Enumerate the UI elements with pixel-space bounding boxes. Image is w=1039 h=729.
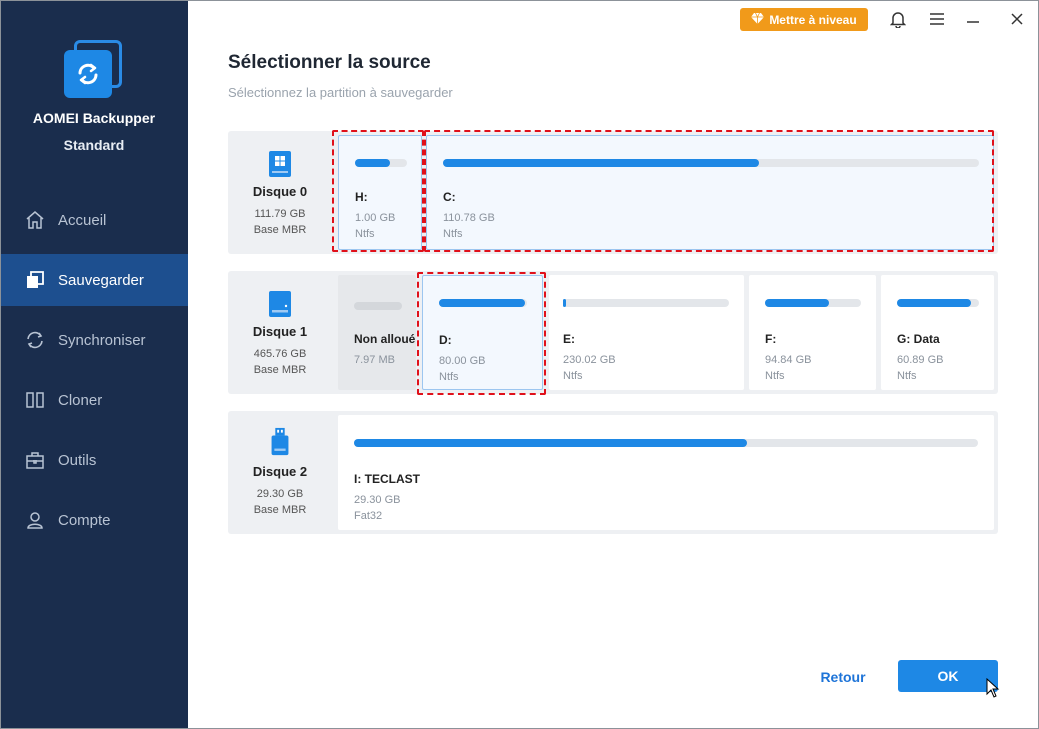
- sidebar-item-label: Synchroniser: [58, 331, 146, 349]
- system-disk-icon: [269, 151, 291, 177]
- disk-row-0: Disque 0 111.79 GB Base MBR H: 1.00 GB N…: [228, 131, 998, 254]
- backup-icon: [24, 269, 46, 291]
- partition-size: 29.30 GB: [354, 494, 401, 506]
- usage-bar: [563, 299, 729, 307]
- partition-i[interactable]: I: TECLAST 29.30 GB Fat32: [338, 415, 994, 530]
- usage-bar: [443, 159, 979, 167]
- ok-button[interactable]: OK: [898, 660, 998, 692]
- app-edition: Standard: [63, 137, 125, 153]
- partition-d[interactable]: D: 80.00 GB Ntfs: [422, 275, 543, 390]
- hard-disk-icon: [269, 291, 291, 317]
- home-icon: [24, 209, 46, 231]
- disk-name: Disque 2: [252, 464, 308, 479]
- partition-size: 60.89 GB: [897, 354, 944, 366]
- disk-row-1: Disque 1 465.76 GB Base MBR Non alloué 7…: [228, 271, 998, 394]
- disk-name: Disque 1: [252, 324, 308, 339]
- partition-size: 230.02 GB: [563, 354, 616, 366]
- sidebar-item-label: Sauvegarder: [58, 271, 144, 289]
- sidebar-item-accueil[interactable]: Accueil: [0, 194, 188, 246]
- partition-fs: Ntfs: [765, 370, 785, 382]
- usb-drive-icon: [271, 427, 289, 456]
- sidebar-item-label: Compte: [58, 511, 111, 529]
- page-subtitle: Sélectionnez la partition à sauvegarder: [228, 85, 453, 100]
- sidebar-item-outils[interactable]: Outils: [0, 434, 188, 486]
- disk-type: Base MBR: [253, 504, 307, 516]
- partition-e[interactable]: E: 230.02 GB Ntfs: [549, 275, 744, 390]
- toolbox-icon: [24, 449, 46, 471]
- partition-size: 80.00 GB: [439, 355, 486, 367]
- partition-fs: Fat32: [354, 510, 383, 522]
- partition-label: F:: [765, 332, 777, 346]
- menu-icon[interactable]: [926, 8, 948, 30]
- disk-size: 111.79 GB: [254, 208, 306, 220]
- diamond-icon: [751, 12, 765, 27]
- partition-size: 1.00 GB: [355, 212, 396, 224]
- partition-size: 94.84 GB: [765, 354, 812, 366]
- sidebar-item-label: Cloner: [58, 391, 103, 409]
- disk-name: Disque 0: [252, 184, 308, 199]
- app-logo-icon: [64, 38, 124, 98]
- disk-info: Disque 1 465.76 GB Base MBR: [228, 271, 332, 394]
- partition-fs: Ntfs: [439, 371, 459, 383]
- disk-size: 465.76 GB: [253, 348, 307, 360]
- partition-size: 7.97 MB: [354, 354, 395, 366]
- partition-label: C:: [443, 190, 456, 204]
- app-name: AOMEI Backupper: [32, 110, 156, 126]
- disk-info: Disque 2 29.30 GB Base MBR: [228, 411, 332, 534]
- disk-type: Base MBR: [253, 364, 307, 376]
- page-title: Sélectionner la source: [228, 52, 431, 73]
- sidebar-item-cloner[interactable]: Cloner: [0, 374, 188, 426]
- partition-label: E:: [563, 332, 575, 346]
- partition-fs: Ntfs: [443, 228, 463, 240]
- partition-label: Non alloué: [354, 332, 416, 346]
- close-icon[interactable]: [1006, 8, 1028, 30]
- partition-label: I: TECLAST: [354, 472, 420, 486]
- disk-info: Disque 0 111.79 GB Base MBR: [228, 131, 332, 254]
- disk-type: Base MBR: [253, 224, 307, 236]
- upgrade-label: Mettre à niveau: [769, 12, 857, 27]
- sidebar-item-compte[interactable]: Compte: [0, 494, 188, 546]
- disk-row-2: Disque 2 29.30 GB Base MBR I: TECLAST 29…: [228, 411, 998, 534]
- sidebar-item-sauvegarder[interactable]: Sauvegarder: [0, 254, 188, 306]
- usage-bar: [897, 299, 979, 307]
- sidebar-item-label: Accueil: [58, 211, 107, 229]
- partition-unallocated: Non alloué 7.97 MB: [338, 275, 416, 390]
- minimize-icon[interactable]: [962, 8, 984, 30]
- partition-size: 110.78 GB: [443, 212, 495, 224]
- partition-h[interactable]: H: 1.00 GB Ntfs: [338, 135, 422, 250]
- partition-label: D:: [439, 333, 452, 347]
- sidebar-item-synchroniser[interactable]: Synchroniser: [0, 314, 188, 366]
- sidebar-item-label: Outils: [58, 451, 97, 469]
- partition-label: H:: [355, 190, 368, 204]
- partition-g[interactable]: G: Data 60.89 GB Ntfs: [881, 275, 994, 390]
- usage-bar: [354, 439, 978, 447]
- disk-size: 29.30 GB: [256, 488, 304, 500]
- partition-label: G: Data: [897, 332, 940, 346]
- partition-c[interactable]: C: 110.78 GB Ntfs: [426, 135, 994, 250]
- partition-fs: Ntfs: [355, 228, 375, 240]
- partition-fs: Ntfs: [897, 370, 917, 382]
- partition-f[interactable]: F: 94.84 GB Ntfs: [749, 275, 876, 390]
- bell-icon[interactable]: [887, 8, 909, 30]
- clone-icon: [24, 389, 46, 411]
- usage-bar: [439, 299, 527, 307]
- back-button[interactable]: Retour: [808, 662, 878, 692]
- partition-fs: Ntfs: [563, 370, 583, 382]
- sidebar: AOMEI Backupper Standard Accueil Sauvega…: [0, 0, 188, 729]
- sync-icon: [24, 329, 46, 351]
- usage-bar: [355, 159, 407, 167]
- mouse-cursor-icon: [986, 678, 1000, 698]
- user-icon: [24, 509, 46, 531]
- usage-bar: [354, 302, 402, 310]
- usage-bar: [765, 299, 861, 307]
- upgrade-button[interactable]: Mettre à niveau: [740, 8, 868, 31]
